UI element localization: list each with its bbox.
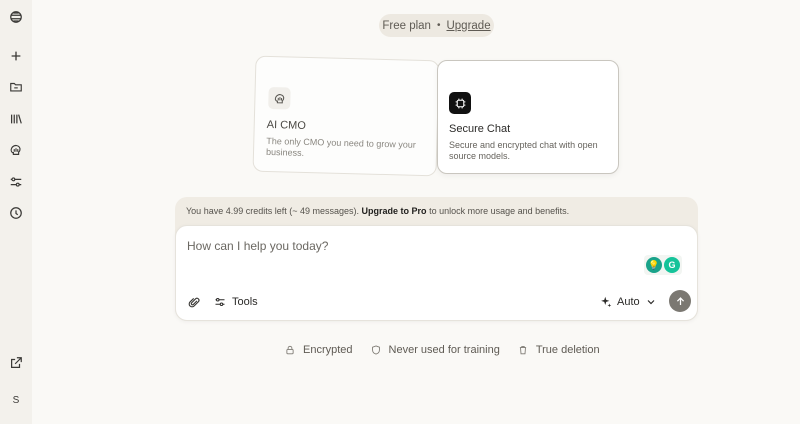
credits-suffix: to unlock more usage and benefits. bbox=[429, 206, 570, 216]
chip-icon bbox=[449, 92, 471, 114]
trash-icon bbox=[519, 346, 526, 355]
logo-icon[interactable] bbox=[4, 5, 28, 29]
card-description: The only CMO you need to grow your busin… bbox=[265, 135, 416, 158]
sparkle-icon bbox=[601, 296, 612, 308]
feature-list: Encrypted Never used for training True d… bbox=[285, 342, 600, 358]
prompt-input[interactable] bbox=[187, 237, 607, 255]
card-title: Secure Chat bbox=[449, 123, 511, 135]
avatar[interactable]: S bbox=[4, 388, 28, 412]
plan-label: Free plan bbox=[382, 19, 431, 32]
secure-chat-card[interactable]: Secure Chat Secure and encrypted chat wi… bbox=[437, 60, 619, 174]
card-title: AI CMO bbox=[266, 118, 307, 132]
card-description: Secure and encrypted chat with open sour… bbox=[449, 140, 598, 161]
lightbulb-extension-icon[interactable]: 💡 bbox=[646, 257, 662, 273]
new-chat-icon[interactable] bbox=[4, 44, 28, 68]
credits-notice: You have 4.99 credits left (~ 49 message… bbox=[186, 206, 569, 216]
grammarly-icon[interactable]: G bbox=[664, 257, 680, 273]
feature-deletion: True deletion bbox=[518, 344, 600, 356]
sliders-icon bbox=[215, 297, 225, 307]
paperclip-icon bbox=[188, 297, 200, 307]
shield-icon bbox=[371, 345, 380, 355]
external-link-icon[interactable] bbox=[4, 351, 28, 375]
brain-icon bbox=[268, 86, 291, 110]
sidebar: S bbox=[0, 0, 32, 424]
model-label: Auto bbox=[617, 296, 640, 308]
composer-container: You have 4.99 credits left (~ 49 message… bbox=[175, 197, 698, 321]
tools-label: Tools bbox=[232, 296, 258, 308]
attach-button[interactable] bbox=[186, 294, 202, 310]
history-icon[interactable] bbox=[4, 201, 28, 225]
model-select[interactable]: Auto bbox=[600, 293, 657, 311]
plan-separator: • bbox=[436, 20, 441, 31]
chevron-down-icon bbox=[647, 300, 655, 305]
feature-label: Never used for training bbox=[388, 344, 500, 356]
feature-label: Encrypted bbox=[303, 344, 353, 356]
tools-button[interactable]: Tools bbox=[214, 293, 258, 311]
feature-encrypted: Encrypted bbox=[285, 344, 353, 356]
arrow-up-icon bbox=[676, 296, 684, 305]
lock-icon bbox=[286, 345, 294, 355]
extension-badges: 💡 G bbox=[644, 255, 682, 275]
upgrade-pro-link[interactable]: Upgrade to Pro bbox=[362, 206, 427, 216]
library-icon[interactable] bbox=[4, 107, 28, 131]
credits-text: You have 4.99 credits left (~ 49 message… bbox=[186, 206, 360, 216]
send-button[interactable] bbox=[669, 290, 691, 312]
plan-pill: Free plan • Upgrade bbox=[379, 14, 494, 37]
folder-icon[interactable] bbox=[4, 75, 28, 99]
composer: 💡 G Tools Auto bbox=[175, 225, 698, 321]
ai-cmo-card[interactable]: AI CMO The only CMO you need to grow you… bbox=[252, 55, 440, 177]
settings-sliders-icon[interactable] bbox=[4, 170, 28, 194]
feature-training: Never used for training bbox=[371, 344, 500, 356]
brain-icon[interactable] bbox=[4, 138, 28, 162]
feature-label: True deletion bbox=[535, 344, 600, 356]
upgrade-link[interactable]: Upgrade bbox=[446, 20, 490, 32]
